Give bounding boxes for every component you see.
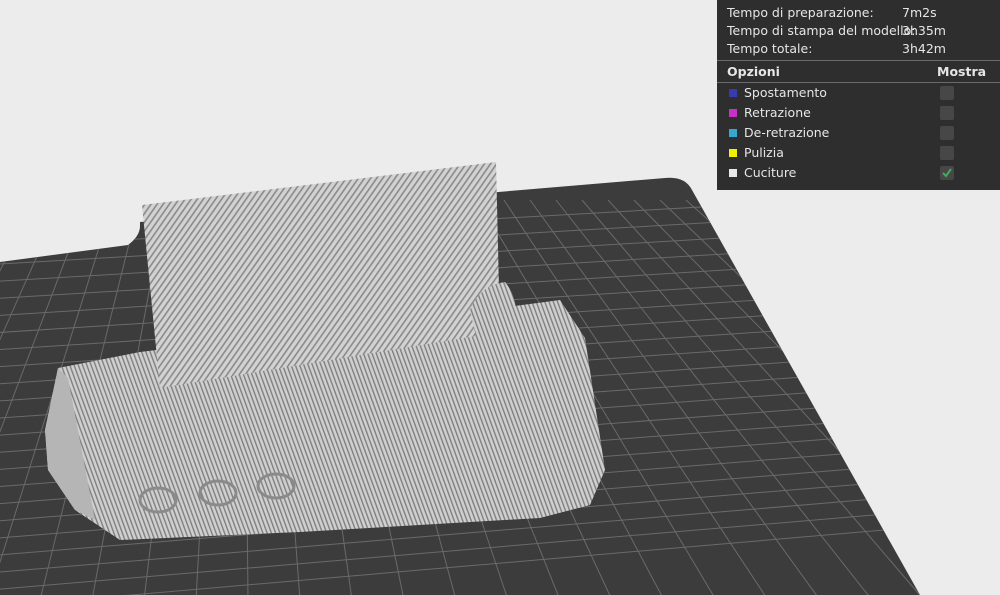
show-checkbox[interactable] <box>940 146 954 160</box>
option-label: De-retrazione <box>744 125 830 140</box>
panel-divider <box>717 60 1000 61</box>
show-checkbox[interactable] <box>940 86 954 100</box>
stat-label: Tempo totale: <box>727 41 813 56</box>
color-swatch <box>729 169 737 177</box>
option-label: Cuciture <box>744 165 797 180</box>
stat-value: 3h35m <box>902 23 946 38</box>
color-swatch <box>729 149 737 157</box>
show-checkbox[interactable] <box>940 106 954 120</box>
option-label: Retrazione <box>744 105 811 120</box>
checkmark-icon <box>942 168 952 178</box>
options-show-title: Mostra <box>937 64 987 79</box>
color-swatch <box>729 109 737 117</box>
stat-value: 3h42m <box>902 41 946 56</box>
show-checkbox[interactable] <box>940 126 954 140</box>
options-header: Opzioni Mostra <box>727 63 990 81</box>
option-row-retrazione[interactable]: Retrazione <box>727 103 990 123</box>
option-row-cuciture[interactable]: Cuciture <box>727 163 990 183</box>
color-swatch <box>729 129 737 137</box>
option-row-spostamento[interactable]: Spostamento <box>727 83 990 103</box>
color-swatch <box>729 89 737 97</box>
show-checkbox[interactable] <box>940 166 954 180</box>
option-label: Spostamento <box>744 85 827 100</box>
stat-label: Tempo di preparazione: <box>727 5 874 20</box>
option-row-de-retrazione[interactable]: De-retrazione <box>727 123 990 143</box>
stat-value: 7m2s <box>902 5 937 20</box>
stat-label: Tempo di stampa del modello: <box>727 23 916 38</box>
option-label: Pulizia <box>744 145 784 160</box>
option-row-pulizia[interactable]: Pulizia <box>727 143 990 163</box>
slice-info-panel: Tempo di preparazione: 7m2s Tempo di sta… <box>717 0 1000 190</box>
options-title: Opzioni <box>727 64 780 79</box>
